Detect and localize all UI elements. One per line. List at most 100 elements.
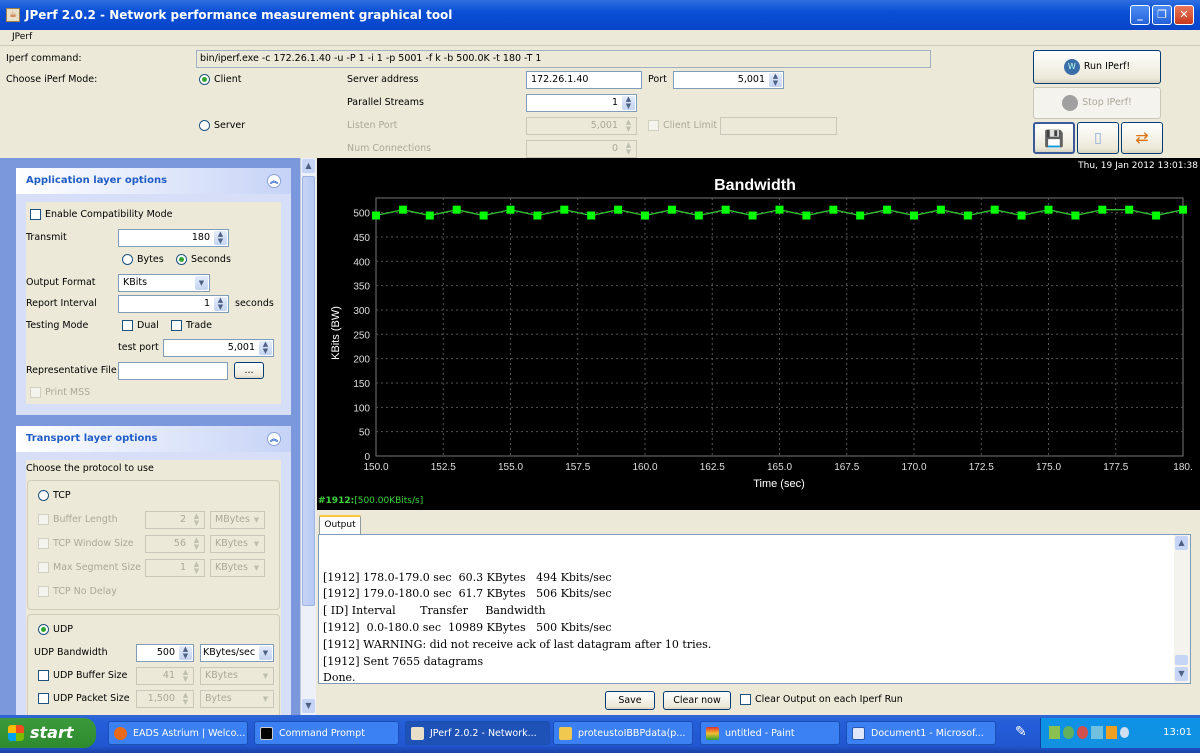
- test-port-spinner[interactable]: 5,001 ▲ ▼: [163, 339, 274, 357]
- clear-now-button[interactable]: Clear now: [663, 691, 731, 710]
- report-interval-spinner[interactable]: 1 ▲ ▼: [118, 295, 229, 313]
- scroll-down-icon[interactable]: ▼: [302, 699, 315, 713]
- start-button[interactable]: start: [0, 718, 96, 748]
- dual-checkbox[interactable]: Dual: [122, 319, 159, 333]
- client-radio[interactable]: Client: [199, 73, 242, 87]
- network-tray-icon[interactable]: [1049, 726, 1061, 739]
- split-pane-divider[interactable]: [317, 510, 1200, 515]
- run-iperf-button[interactable]: W Run IPerf!: [1033, 50, 1161, 84]
- tcp-radio[interactable]: TCP: [38, 489, 71, 503]
- udp-bandwidth-unit-select[interactable]: KBytes/sec ▼: [200, 644, 274, 662]
- restore-button[interactable]: ❐: [1152, 5, 1172, 25]
- parallel-streams-spinner[interactable]: 1 ▲ ▼: [526, 94, 637, 112]
- stop-iperf-label: Stop IPerf!: [1082, 97, 1132, 108]
- udp-packet-unit: Bytes: [205, 693, 232, 704]
- sidebar-scrollbar[interactable]: ▲ ▼: [300, 158, 316, 715]
- open-config-button[interactable]: ▯: [1077, 122, 1119, 154]
- connection-tray-icon[interactable]: [1091, 726, 1103, 739]
- scroll-up-icon[interactable]: ▲: [1175, 536, 1188, 550]
- udp-radio[interactable]: UDP: [38, 623, 73, 637]
- output-scrollbar[interactable]: ▲ ▼: [1174, 535, 1190, 683]
- refresh-button[interactable]: ⇄: [1121, 122, 1163, 154]
- dropdown-chevron-icon[interactable]: ▼: [259, 646, 272, 660]
- udp-packet-check[interactable]: [38, 693, 49, 704]
- spinner-arrows-icon[interactable]: ▲ ▼: [179, 646, 192, 660]
- scroll-up-icon[interactable]: ▲: [302, 159, 315, 173]
- udp-packet-checkbox[interactable]: UDP Packet Size: [38, 692, 130, 706]
- volume-tray-icon[interactable]: [1119, 727, 1130, 738]
- collapse-chevron-icon[interactable]: ︽: [267, 174, 281, 188]
- dual-check[interactable]: [122, 320, 133, 331]
- task-command-prompt[interactable]: Command Prompt: [254, 721, 399, 745]
- spinner-arrows-icon[interactable]: ▲ ▼: [259, 341, 272, 355]
- seconds-radio-dot[interactable]: [176, 254, 187, 265]
- tab-output[interactable]: Output: [319, 515, 361, 534]
- port-spinner[interactable]: 5,001 ▲ ▼: [673, 71, 784, 89]
- spinner-arrows-icon[interactable]: ▲ ▼: [214, 297, 227, 311]
- security-tray-icon[interactable]: [1077, 726, 1089, 739]
- udp-radio-dot[interactable]: [38, 624, 49, 635]
- trade-checkbox[interactable]: Trade: [171, 319, 212, 333]
- sidebar-scroll-thumb[interactable]: [302, 176, 315, 606]
- browse-button[interactable]: ...: [234, 362, 264, 379]
- task-jperf[interactable]: JPerf 2.0.2 - Network...: [405, 721, 550, 745]
- server-radio[interactable]: Server: [199, 119, 245, 133]
- y-tick-label: 500: [353, 209, 370, 220]
- series-status-label: #1912:[500.00KBits/s]: [318, 496, 423, 506]
- transport-layer-header[interactable]: Transport layer options ︽: [16, 426, 291, 452]
- output-line: [1912] 179.0-180.0 sec 61.7 KBytes 506 K…: [323, 587, 612, 601]
- x-tick-label: 152.5: [431, 462, 456, 473]
- save-output-button[interactable]: Save: [605, 691, 655, 710]
- clear-each-run-checkbox[interactable]: Clear Output on each Iperf Run: [740, 693, 903, 707]
- bytes-radio[interactable]: Bytes: [122, 253, 164, 267]
- application-layer-header[interactable]: Application layer options ︽: [16, 168, 291, 194]
- clear-each-run-check[interactable]: [740, 694, 751, 705]
- udp-buffer-checkbox[interactable]: UDP Buffer Size: [38, 669, 127, 683]
- task-firefox[interactable]: EADS Astrium | Welco...: [108, 721, 248, 745]
- refresh-arrows-icon: ⇄: [1135, 128, 1149, 147]
- parallel-streams-label: Parallel Streams: [347, 97, 424, 108]
- folder-open-icon: ▯: [1094, 130, 1102, 146]
- iperf-command-field[interactable]: bin/iperf.exe -c 172.26.1.40 -u -P 1 -i …: [196, 50, 931, 68]
- close-button[interactable]: ✕: [1174, 5, 1194, 25]
- spinner-arrows-icon[interactable]: ▲ ▼: [769, 73, 782, 87]
- udp-bandwidth-spinner[interactable]: 500 ▲ ▼: [136, 644, 194, 662]
- x-tick-label: 155.0: [498, 462, 523, 473]
- task-paint[interactable]: untitled - Paint: [700, 721, 840, 745]
- output-console[interactable]: [1912] 178.0-179.0 sec 60.3 KBytes 494 K…: [318, 534, 1191, 684]
- tray-icons: [1049, 726, 1130, 740]
- scroll-down-icon[interactable]: ▼: [1175, 667, 1188, 681]
- minimize-button[interactable]: _: [1130, 5, 1150, 25]
- output-format-select[interactable]: KBits ▼: [118, 274, 210, 292]
- task-word[interactable]: Document1 - Microsof...: [846, 721, 996, 745]
- pen-tool-icon[interactable]: ✎: [1015, 724, 1027, 740]
- warning-tray-icon[interactable]: [1105, 726, 1117, 739]
- client-radio-dot[interactable]: [199, 74, 210, 85]
- sync-tray-icon[interactable]: [1063, 726, 1075, 739]
- task-folder[interactable]: proteustoIBBPdata(p...: [553, 721, 693, 745]
- transmit-spinner[interactable]: 180 ▲ ▼: [118, 229, 229, 247]
- seconds-radio[interactable]: Seconds: [176, 253, 231, 267]
- trade-check[interactable]: [171, 320, 182, 331]
- bytes-radio-dot[interactable]: [122, 254, 133, 265]
- output-scroll-thumb[interactable]: [1175, 655, 1188, 665]
- server-radio-dot[interactable]: [199, 120, 210, 131]
- collapse-chevron-icon[interactable]: ︽: [267, 432, 281, 446]
- transmit-label: Transmit: [26, 232, 67, 243]
- task-label: untitled - Paint: [725, 728, 795, 739]
- tcp-radio-dot[interactable]: [38, 490, 49, 501]
- dropdown-chevron-icon[interactable]: ▼: [195, 276, 208, 290]
- spinner-arrows-icon[interactable]: ▲ ▼: [622, 96, 635, 110]
- save-config-button[interactable]: 💾: [1033, 122, 1075, 154]
- server-address-input[interactable]: 172.26.1.40: [526, 71, 642, 89]
- udp-buffer-check[interactable]: [38, 670, 49, 681]
- rep-file-input[interactable]: [118, 362, 228, 380]
- bandwidth-chart: Thu, 19 Jan 2012 13:01:38 Bandwidth Time…: [317, 158, 1200, 510]
- spinner-arrows-icon[interactable]: ▲ ▼: [214, 231, 227, 245]
- menu-jperf[interactable]: JPerf: [12, 32, 32, 42]
- compat-mode-check[interactable]: [30, 209, 41, 220]
- listen-port-spinner: 5,001 ▲ ▼: [526, 117, 637, 135]
- dropdown-chevron-icon: ▼: [250, 561, 263, 575]
- compat-mode-checkbox[interactable]: Enable Compatibility Mode: [30, 208, 173, 222]
- udp-bandwidth-label: UDP Bandwidth: [34, 647, 108, 658]
